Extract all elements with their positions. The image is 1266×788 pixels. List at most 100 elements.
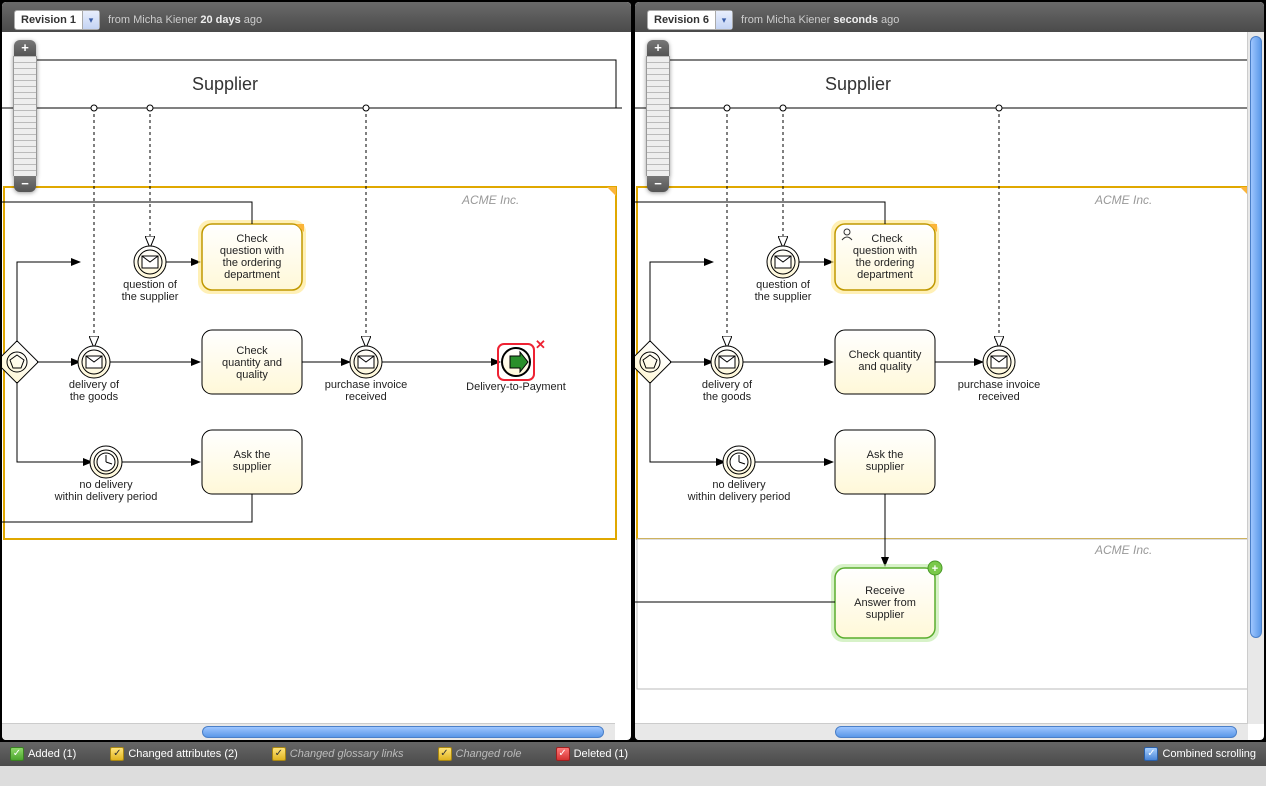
filter-deleted[interactable]: ✓ Deleted (1) (556, 747, 628, 761)
svg-text:Receive: Receive (865, 585, 905, 597)
svg-text:Check: Check (871, 233, 903, 245)
canvas-right[interactable]: Supplier ACME Inc. ACME Inc. (635, 32, 1264, 724)
event-invoice[interactable] (983, 346, 1015, 378)
bpmn-diagram-left: Supplier ACME Inc. (2, 32, 631, 724)
filter-added[interactable]: ✓ Added (1) (10, 747, 76, 761)
svg-text:purchase invoice: purchase invoice (958, 379, 1041, 391)
svg-text:+: + (932, 563, 938, 575)
hscroll-thumb[interactable] (835, 726, 1237, 738)
svg-text:department: department (857, 269, 913, 281)
svg-text:purchase invoice: purchase invoice (325, 379, 408, 391)
event-question[interactable] (767, 246, 799, 278)
lane-acme-2[interactable] (637, 539, 1249, 689)
revision-label: Revision 6 (648, 14, 715, 26)
svg-text:Check quantity: Check quantity (849, 349, 922, 361)
filter-label: Changed attributes (2) (128, 748, 237, 760)
filter-changed-attributes[interactable]: ✓ Changed attributes (2) (110, 747, 237, 761)
event-invoice[interactable] (350, 346, 382, 378)
toggle-combined-scrolling[interactable]: ✓ Combined scrolling (1144, 747, 1256, 761)
zoom-in-button[interactable]: + (647, 40, 669, 56)
svg-text:received: received (978, 391, 1020, 403)
bpmn-diagram-right: Supplier ACME Inc. ACME Inc. (635, 32, 1264, 724)
event-no-delivery[interactable] (723, 446, 755, 478)
pool-supplier[interactable] (649, 60, 1249, 108)
zoom-control[interactable]: + − (14, 40, 36, 192)
zoom-track[interactable] (646, 56, 670, 176)
pool-label: Supplier (192, 74, 258, 94)
checkbox-icon: ✓ (10, 747, 24, 761)
checkbox-icon: ✓ (1144, 747, 1158, 761)
svg-text:department: department (224, 269, 280, 281)
revision-selector-left[interactable]: Revision 1 ▾ (14, 10, 100, 30)
event-delivery[interactable] (711, 346, 743, 378)
svg-text:and quality: and quality (858, 361, 912, 373)
revision-meta: from Micha Kiener 20 days ago (108, 14, 262, 26)
filter-label: Deleted (1) (574, 748, 628, 760)
hscrollbar-left[interactable] (2, 723, 615, 740)
zoom-out-button[interactable]: − (647, 176, 669, 192)
svg-text:no delivery: no delivery (712, 479, 766, 491)
zoom-out-button[interactable]: − (14, 176, 36, 192)
svg-text:question with: question with (853, 245, 917, 257)
filter-changed-glossary[interactable]: ✓ Changed glossary links (272, 747, 404, 761)
svg-text:received: received (345, 391, 387, 403)
svg-text:Ask the: Ask the (867, 449, 904, 461)
svg-text:the ordering: the ordering (856, 257, 915, 269)
zoom-control[interactable]: + − (647, 40, 669, 192)
svg-text:Ask the: Ask the (234, 449, 271, 461)
svg-text:quality: quality (236, 369, 268, 381)
event-question[interactable] (134, 246, 166, 278)
svg-text:the goods: the goods (70, 391, 119, 403)
svg-text:within delivery period: within delivery period (54, 491, 158, 503)
svg-text:the supplier: the supplier (122, 291, 179, 303)
lane-label: ACME Inc. (1094, 193, 1152, 207)
svg-text:delivery of: delivery of (702, 379, 753, 391)
filter-label: Added (1) (28, 748, 76, 760)
canvas-left[interactable]: Supplier ACME Inc. (2, 32, 631, 724)
svg-text:quantity and: quantity and (222, 357, 282, 369)
svg-text:question of: question of (123, 279, 178, 291)
revision-meta: from Micha Kiener seconds ago (741, 14, 899, 26)
svg-text:Answer from: Answer from (854, 597, 916, 609)
svg-text:the ordering: the ordering (223, 257, 282, 269)
hscroll-thumb[interactable] (202, 726, 604, 738)
svg-text:✕: ✕ (535, 337, 546, 352)
pool-supplier[interactable] (16, 60, 616, 108)
checkbox-icon: ✓ (438, 747, 452, 761)
revision-label: Revision 1 (15, 14, 82, 26)
svg-text:no delivery: no delivery (79, 479, 133, 491)
zoom-track[interactable] (13, 56, 37, 176)
status-bar: ✓ Added (1) ✓ Changed attributes (2) ✓ C… (0, 742, 1266, 766)
hscrollbar-right[interactable] (635, 723, 1248, 740)
filter-changed-role[interactable]: ✓ Changed role (438, 747, 522, 761)
event-delivery[interactable] (78, 346, 110, 378)
lane-label: ACME Inc. (461, 193, 519, 207)
zoom-in-button[interactable]: + (14, 40, 36, 56)
toggle-label: Combined scrolling (1162, 748, 1256, 760)
svg-text:supplier: supplier (233, 461, 272, 473)
svg-text:supplier: supplier (866, 609, 905, 621)
chevron-down-icon: ▾ (82, 11, 99, 29)
lane2-label: ACME Inc. (1094, 543, 1152, 557)
pool-label: Supplier (825, 74, 891, 94)
window-bottom-bar (0, 766, 1266, 786)
event-no-delivery[interactable] (90, 446, 122, 478)
vscrollbar-right[interactable] (1247, 32, 1264, 724)
filter-label: Changed glossary links (290, 748, 404, 760)
svg-text:delivery of: delivery of (69, 379, 120, 391)
checkbox-icon: ✓ (110, 747, 124, 761)
svg-text:the goods: the goods (703, 391, 752, 403)
vscroll-thumb[interactable] (1250, 36, 1262, 638)
svg-text:Check: Check (236, 345, 268, 357)
svg-text:Delivery-to-Payment: Delivery-to-Payment (466, 381, 566, 393)
checkbox-icon: ✓ (272, 747, 286, 761)
svg-text:question of: question of (756, 279, 811, 291)
svg-text:the supplier: the supplier (755, 291, 812, 303)
svg-text:Check: Check (236, 233, 268, 245)
filter-label: Changed role (456, 748, 522, 760)
chevron-down-icon: ▾ (715, 11, 732, 29)
revision-selector-right[interactable]: Revision 6 ▾ (647, 10, 733, 30)
right-pane: Revision 6 ▾ from Micha Kiener seconds a… (635, 2, 1264, 740)
svg-text:supplier: supplier (866, 461, 905, 473)
left-pane: Revision 1 ▾ from Micha Kiener 20 days a… (2, 2, 631, 740)
